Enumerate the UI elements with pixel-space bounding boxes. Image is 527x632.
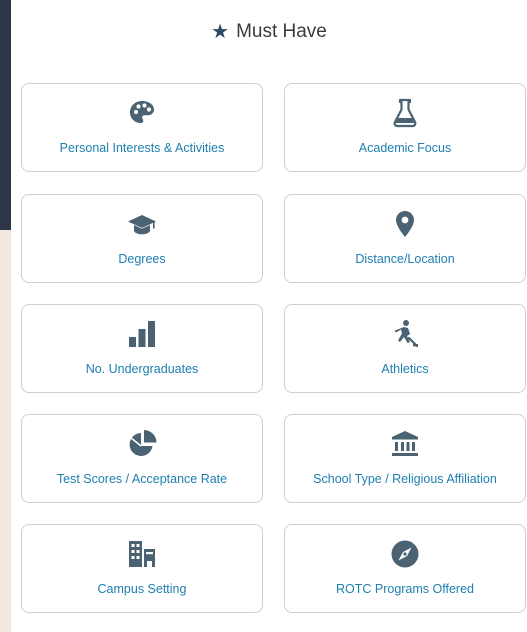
compass-icon — [389, 538, 421, 570]
option-label: Campus Setting — [97, 582, 187, 596]
option-label: Athletics — [381, 362, 429, 376]
bar-chart-icon — [126, 318, 158, 350]
option-personal-interests[interactable]: Personal Interests & Activities — [21, 83, 263, 172]
option-test-scores[interactable]: Test Scores / Acceptance Rate — [21, 414, 263, 503]
map-pin-icon — [389, 208, 421, 240]
pie-chart-icon — [126, 428, 158, 460]
bank-icon — [389, 428, 421, 460]
option-distance-location[interactable]: Distance/Location — [284, 194, 526, 283]
option-rotc-programs[interactable]: ROTC Programs Offered — [284, 524, 526, 613]
option-label: Test Scores / Acceptance Rate — [56, 472, 228, 486]
option-campus-setting[interactable]: Campus Setting — [21, 524, 263, 613]
option-athletics[interactable]: Athletics — [284, 304, 526, 393]
must-have-panel: ★ Must Have Personal Interests & Activit… — [11, 0, 527, 632]
option-academic-focus[interactable]: Academic Focus — [284, 83, 526, 172]
buildings-icon — [126, 538, 158, 570]
option-school-type[interactable]: School Type / Religious Affiliation — [284, 414, 526, 503]
option-label: Academic Focus — [358, 141, 452, 155]
hockey-player-icon — [389, 318, 421, 350]
graduation-cap-icon — [126, 208, 158, 240]
option-label: Distance/Location — [355, 252, 455, 266]
option-label: School Type / Religious Affiliation — [313, 472, 497, 486]
option-label: No. Undergraduates — [85, 362, 199, 376]
palette-icon — [126, 97, 158, 129]
flask-icon — [389, 97, 421, 129]
option-label: ROTC Programs Offered — [335, 582, 474, 596]
option-degrees[interactable]: Degrees — [21, 194, 263, 283]
criteria-grid: Personal Interests & Activities Academic… — [11, 0, 527, 632]
option-no-undergraduates[interactable]: No. Undergraduates — [21, 304, 263, 393]
option-label: Degrees — [118, 252, 166, 266]
option-label: Personal Interests & Activities — [59, 141, 225, 155]
